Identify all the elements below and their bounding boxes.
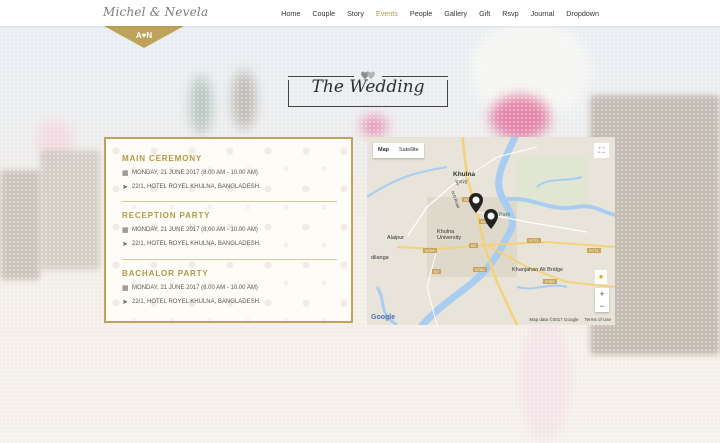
location-arrow-icon: ➤	[122, 241, 128, 248]
route-shield: N760	[473, 267, 487, 272]
event-title: BACHALOR PARTY	[122, 269, 209, 278]
event-divider	[122, 201, 337, 202]
section-heading: The Wedding	[288, 70, 448, 114]
event-reception-party: RECEPTION PARTY ▦ MONDAY, 21 JUNE 2017 (8…	[122, 211, 347, 248]
map-label-alaipur: Alaipur	[387, 235, 405, 241]
map-type-control: Map Satellite	[373, 143, 424, 158]
event-location: 22/1, HOTEL ROYEL KHULNA, BANGLADESH.	[132, 184, 261, 190]
event-divider	[122, 259, 337, 260]
zoom-in-button[interactable]: +	[595, 288, 609, 300]
monogram-badge: A♥N	[104, 26, 184, 48]
map-type-map-button[interactable]: Map	[373, 143, 394, 158]
calendar-icon: ▦	[122, 227, 129, 234]
menu-home[interactable]: Home	[275, 9, 306, 18]
event-date: MONDAY, 21 JUNE 2017 (8.00 AM - 10.00 AM…	[132, 227, 258, 233]
event-location: 22/1, HOTEL ROYEL KHULNA, BANGLADESH.	[132, 241, 261, 247]
map-type-satellite-button[interactable]: Satellite	[394, 143, 424, 158]
menu-story[interactable]: Story	[341, 9, 370, 18]
zoom-out-button[interactable]: −	[595, 300, 609, 312]
event-title: RECEPTION PARTY	[122, 211, 211, 220]
event-date: MONDAY, 21 JUNE 2017 (8.00 AM - 10.00 AM…	[132, 285, 258, 291]
map-label-bridge: Khanjahan Ali Bridge	[512, 267, 564, 273]
menu-couple[interactable]: Couple	[306, 9, 341, 18]
map-label-park: Park	[499, 212, 511, 218]
menu-rsvp[interactable]: Rsvp	[496, 9, 524, 18]
event-date: MONDAY, 21 JUNE 2017 (8.00 AM - 10.00 AM…	[132, 170, 258, 176]
menu-gift[interactable]: Gift	[473, 9, 496, 18]
route-shield: N709	[423, 248, 437, 253]
events-card: MAIN CEREMONY ▦ MONDAY, 21 JUNE 2017 (8.0…	[104, 137, 353, 323]
event-main-ceremony: MAIN CEREMONY ▦ MONDAY, 21 JUNE 2017 (8.0…	[122, 154, 347, 191]
route-shield: R760	[543, 279, 557, 284]
event-location: 22/1, HOTEL ROYEL KHULNA, BANGLADESH.	[132, 299, 261, 305]
location-arrow-icon: ➤	[122, 299, 128, 306]
location-arrow-icon: ➤	[122, 184, 128, 191]
menu-events[interactable]: Events	[370, 9, 404, 18]
monogram-text: A♥N	[135, 31, 153, 40]
brand-logo[interactable]: Michel & Nevela	[103, 5, 208, 19]
map-data-text: Map data ©2017 Google	[529, 317, 579, 322]
fullscreen-icon[interactable]: ⛶	[594, 143, 609, 158]
route-shield: N7	[469, 243, 479, 248]
location-map[interactable]: Khulna খুলনা Khulna University Alaipur d…	[367, 137, 615, 325]
map-pin-icon[interactable]	[484, 209, 498, 229]
map-pin-icon[interactable]	[469, 193, 483, 213]
map-footer: Map data ©2017 Google Terms of Use	[529, 317, 611, 322]
map-label-khulna: Khulna	[453, 171, 476, 178]
route-shield: N7	[432, 269, 442, 274]
map-label-khulna-bn: খুলনা	[455, 180, 468, 186]
event-title: MAIN CEREMONY	[122, 154, 203, 163]
pegman-icon[interactable]: ●	[595, 270, 607, 284]
menu-dropdown[interactable]: Dropdown	[560, 9, 605, 18]
map-canvas[interactable]	[367, 137, 615, 325]
map-label-dilanga: dilanga	[371, 255, 389, 261]
top-navbar: Michel & Nevela Home Couple Story Events…	[0, 0, 720, 26]
calendar-icon: ▦	[122, 170, 129, 177]
menu-people[interactable]: People	[404, 9, 438, 18]
route-shield: R771	[587, 248, 601, 253]
calendar-icon: ▦	[122, 285, 129, 292]
route-shield: R771	[527, 238, 541, 243]
main-menu: Home Couple Story Events People Gallery …	[275, 0, 605, 26]
map-label-university: Khulna University	[437, 229, 462, 241]
google-logo[interactable]: Google	[371, 314, 395, 321]
menu-gallery[interactable]: Gallery	[438, 9, 473, 18]
event-bachalor-party: BACHALOR PARTY ▦ MONDAY, 21 JUNE 2017 (8.…	[122, 269, 347, 306]
zoom-control: + −	[595, 288, 609, 312]
terms-link[interactable]: Terms of Use	[584, 317, 611, 322]
menu-journal[interactable]: Journal	[525, 9, 561, 18]
section-title: The Wedding	[311, 77, 425, 97]
